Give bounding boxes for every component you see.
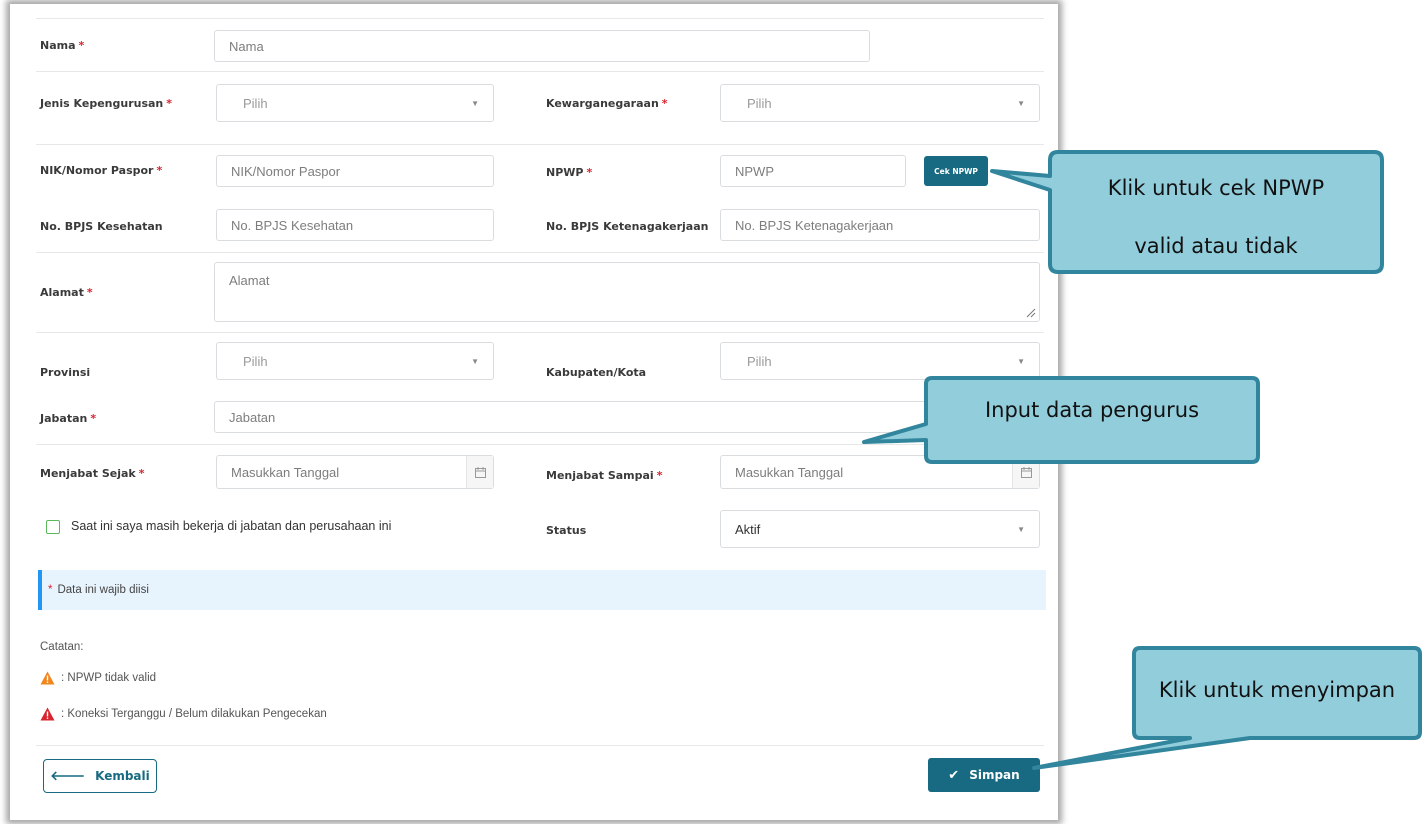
bpjs-kesehatan-input[interactable]: No. BPJS Kesehatan <box>216 209 494 241</box>
provinsi-select[interactable]: Pilih ▼ <box>216 342 494 380</box>
required-info-bar: * Data ini wajib diisi <box>38 570 1046 610</box>
jabatan-label: Jabatan * <box>40 412 97 425</box>
caret-down-icon: ▼ <box>1017 356 1025 366</box>
cek-npwp-button[interactable]: Cek NPWP <box>924 156 988 186</box>
divider <box>36 332 1044 333</box>
divider <box>36 71 1044 72</box>
warning-red-icon <box>40 707 55 721</box>
npwp-label: NPWP * <box>546 166 593 179</box>
nik-input[interactable]: NIK/Nomor Paspor <box>216 155 494 187</box>
caret-down-icon: ▼ <box>1017 524 1025 534</box>
bpjs-kesehatan-label: No. BPJS Kesehatan <box>40 220 163 233</box>
masih-bekerja-checkbox[interactable] <box>46 520 60 534</box>
status-select[interactable]: Aktif ▼ <box>720 510 1040 548</box>
nama-input[interactable]: Nama <box>214 30 870 62</box>
kabupaten-label: Kabupaten/Kota <box>546 366 647 379</box>
divider <box>36 252 1044 253</box>
kewarganegaraan-label: Kewarganegaraan * <box>546 97 668 110</box>
jenis-kepengurusan-label: Jenis Kepengurusan * <box>40 97 173 110</box>
divider <box>36 745 1044 746</box>
menjabat-sejak-datepicker[interactable]: Masukkan Tanggal <box>216 455 494 489</box>
callout-text: valid atau tidak <box>1134 234 1298 258</box>
calendar-icon[interactable] <box>466 456 493 488</box>
callout-text: Input data pengurus <box>984 398 1200 422</box>
nik-label: NIK/Nomor Paspor * <box>40 164 163 177</box>
callout-text: Klik untuk cek NPWP <box>1107 176 1325 200</box>
simpan-button[interactable]: ✔ Simpan <box>928 758 1040 792</box>
caret-down-icon: ▼ <box>1017 98 1025 108</box>
caret-down-icon: ▼ <box>471 98 479 108</box>
kabupaten-select[interactable]: Pilih ▼ <box>720 342 1040 380</box>
kembali-button[interactable]: 🡐 Kembali <box>43 759 157 793</box>
nama-label: Nama * <box>40 39 85 52</box>
provinsi-label: Provinsi <box>40 366 91 379</box>
alamat-label: Alamat * <box>40 286 93 299</box>
kewarganegaraan-select[interactable]: Pilih ▼ <box>720 84 1040 122</box>
masih-bekerja-label[interactable]: Saat ini saya masih bekerja di jabatan d… <box>71 519 391 533</box>
arrow-left-icon: 🡐 <box>50 769 86 784</box>
jenis-kepengurusan-select[interactable]: Pilih ▼ <box>216 84 494 122</box>
callout-text: Klik untuk menyimpan <box>1158 678 1396 702</box>
caret-down-icon: ▼ <box>471 356 479 366</box>
divider <box>36 18 1044 19</box>
npwp-input[interactable]: NPWP <box>720 155 906 187</box>
warning-orange-icon <box>40 671 55 685</box>
alamat-textarea[interactable]: Alamat <box>214 262 1040 322</box>
resize-handle-icon[interactable] <box>1024 306 1036 318</box>
status-label: Status <box>546 524 587 537</box>
bpjs-ketenagakerjaan-label: No. BPJS Ketenagakerjaan <box>546 220 709 233</box>
notes-title: Catatan: <box>40 641 84 653</box>
divider <box>36 144 1044 145</box>
note-item: : Koneksi Terganggu / Belum dilakukan Pe… <box>40 707 327 721</box>
menjabat-sampai-label: Menjabat Sampai * <box>546 469 663 482</box>
check-icon: ✔ <box>948 767 960 783</box>
note-item: : NPWP tidak valid <box>40 671 156 685</box>
menjabat-sejak-label: Menjabat Sejak * <box>40 467 145 480</box>
